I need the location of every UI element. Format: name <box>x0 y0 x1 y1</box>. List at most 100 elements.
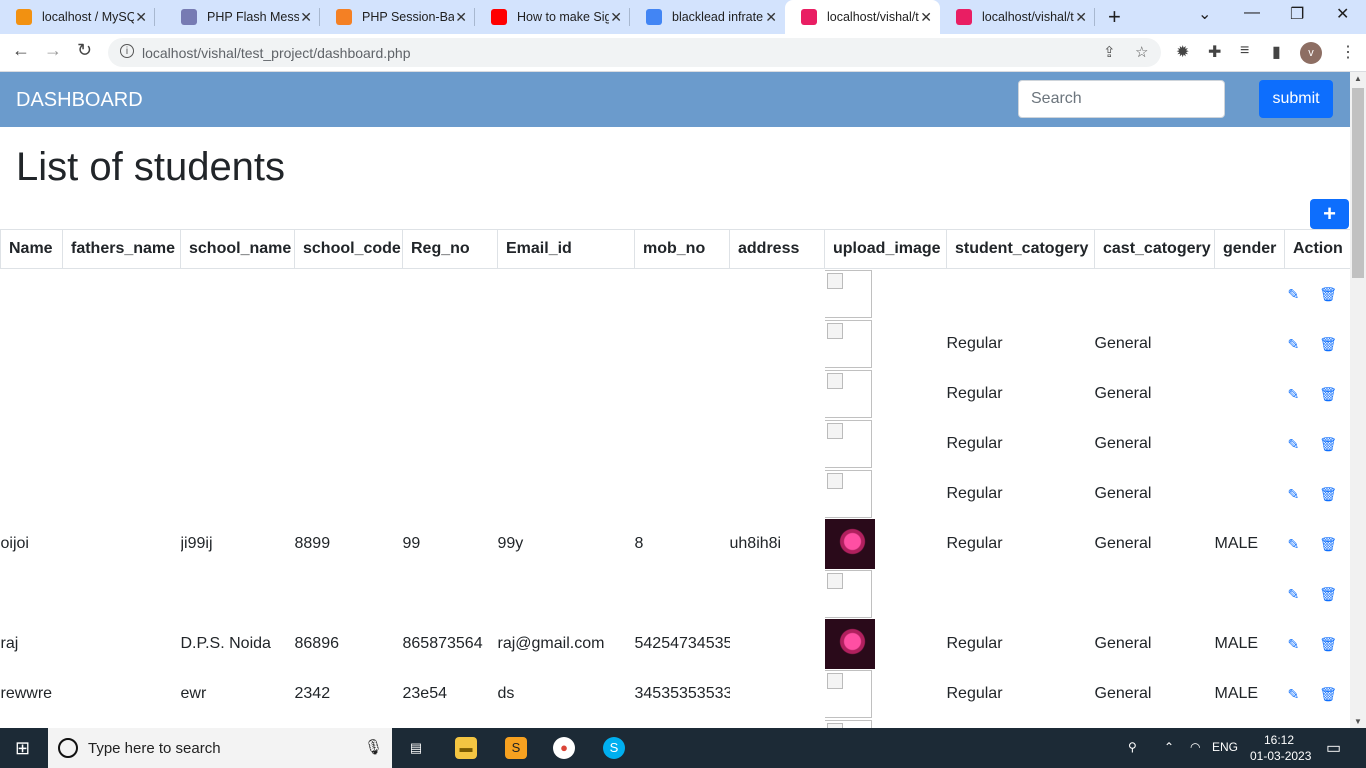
browser-tab[interactable]: localhost/vishal/t ✕ <box>785 0 940 34</box>
top-navbar: DASHBOARD submit <box>0 72 1350 127</box>
side-panel-icon[interactable]: ▮ <box>1272 42 1281 62</box>
edit-icon[interactable]: ✎ <box>1288 286 1300 303</box>
trash-icon[interactable]: 🗑 <box>1319 436 1337 453</box>
close-tab-icon[interactable]: ✕ <box>920 9 932 26</box>
browser-tab[interactable]: How to make Sign ✕ <box>475 0 630 34</box>
add-student-button[interactable]: + <box>1310 199 1349 229</box>
search-input[interactable] <box>1018 80 1225 118</box>
edit-icon[interactable]: ✎ <box>1288 536 1300 553</box>
microphone-icon[interactable]: 🎙 <box>364 738 383 756</box>
edit-icon[interactable]: ✎ <box>1288 436 1300 453</box>
cell-upload-image <box>824 319 947 369</box>
table-header-row: Name fathers_name school_name school_code Re… <box>0 229 1350 269</box>
cell-name <box>1 319 63 369</box>
skype-icon[interactable]: S <box>603 737 625 759</box>
windows-start-icon[interactable]: ⊞ <box>15 738 30 759</box>
scrollbar-thumb[interactable] <box>1352 88 1364 278</box>
cell-fathers-name <box>63 319 181 369</box>
cell-cast-cat: General <box>1094 485 1152 502</box>
back-icon[interactable]: ← <box>12 40 30 61</box>
file-explorer-icon[interactable]: ▬ <box>455 737 477 759</box>
url-text[interactable]: localhost/vishal/test_project/dashboard.… <box>142 45 411 61</box>
trash-icon[interactable]: 🗑 <box>1319 536 1337 553</box>
chrome-icon[interactable]: ● <box>553 737 575 759</box>
close-tab-icon[interactable]: ✕ <box>610 9 622 26</box>
wifi-icon[interactable]: ◠ <box>1190 740 1200 754</box>
new-tab-button[interactable]: + <box>1108 4 1121 30</box>
close-tab-icon[interactable]: ✕ <box>135 9 147 26</box>
chevron-up-icon[interactable]: ⌃ <box>1164 740 1174 754</box>
trash-icon[interactable]: 🗑 <box>1319 636 1337 653</box>
trash-icon[interactable]: 🗑 <box>1319 386 1337 403</box>
clock-date[interactable]: 01-03-2023 <box>1250 749 1311 763</box>
column-header: address <box>729 229 825 269</box>
cell-cast-cat: General <box>1094 635 1152 652</box>
site-info-icon[interactable]: i <box>120 44 134 58</box>
trash-icon[interactable]: 🗑 <box>1319 486 1337 503</box>
cell-student-cat: Regular <box>946 385 1003 402</box>
browser-tab[interactable]: blacklead infrate ✕ <box>630 0 785 34</box>
forward-icon[interactable]: → <box>44 40 62 61</box>
close-tab-icon[interactable]: ✕ <box>455 9 467 26</box>
people-icon[interactable]: ⚲ <box>1128 740 1137 754</box>
browser-tab[interactable]: PHP Session-Based✕ <box>320 0 475 34</box>
cell-fathers-name <box>63 719 181 728</box>
scroll-down-arrow-icon[interactable]: ▼ <box>1354 717 1362 726</box>
menu-icon[interactable]: ⋮ <box>1340 42 1356 62</box>
edit-icon[interactable]: ✎ <box>1288 686 1300 703</box>
minimize-button[interactable]: — <box>1244 4 1260 22</box>
edit-icon[interactable]: ✎ <box>1288 386 1300 403</box>
close-tab-icon[interactable]: ✕ <box>1075 9 1087 26</box>
edit-icon[interactable]: ✎ <box>1288 336 1300 353</box>
bookmark-star-icon[interactable]: ☆ <box>1135 43 1148 61</box>
trash-icon[interactable]: 🗑 <box>1319 336 1337 353</box>
column-header: upload_image <box>824 229 947 269</box>
navbar-brand[interactable]: DASHBOARD <box>16 89 143 112</box>
cell-cast-cat <box>1095 269 1215 320</box>
close-tab-icon[interactable]: ✕ <box>300 9 312 26</box>
tab-title: PHP Flash Message <box>207 10 299 24</box>
maximize-button[interactable]: ❐ <box>1290 4 1304 24</box>
trash-icon[interactable]: 🗑 <box>1319 686 1337 703</box>
task-view-icon[interactable]: ▤ <box>405 737 427 759</box>
table-row: Regular General ✎ 🗑 <box>1 369 1351 419</box>
extension-bug-icon[interactable]: ✹ <box>1176 42 1189 62</box>
close-window-button[interactable]: ✕ <box>1336 4 1349 24</box>
reload-icon[interactable]: ↻ <box>77 40 92 61</box>
clock-time[interactable]: 16:12 <box>1264 733 1294 747</box>
cell-student-cat: Regular <box>946 485 1003 502</box>
scroll-up-arrow-icon[interactable]: ▲ <box>1354 74 1362 83</box>
address-bar[interactable]: i localhost/vishal/test_project/dashboar… <box>108 38 1161 67</box>
trash-icon[interactable]: 🗑 <box>1319 586 1337 603</box>
cell-mob-no <box>635 419 730 469</box>
media-queue-icon[interactable]: ≡ <box>1240 42 1249 60</box>
taskbar-search-box[interactable]: Type here to search 🎙 <box>48 728 392 768</box>
cell-action: ✎🗑 <box>1285 269 1351 320</box>
browser-tab[interactable]: localhost / MySQL ✕ <box>0 0 155 34</box>
cell-school-name <box>181 419 295 469</box>
cell-email <box>498 319 635 369</box>
edit-icon[interactable]: ✎ <box>1288 636 1300 653</box>
share-icon[interactable]: ⇪ <box>1103 43 1116 61</box>
edit-icon[interactable]: ✎ <box>1288 586 1300 603</box>
tab-search-icon[interactable]: ⌄ <box>1198 4 1211 24</box>
browser-tab[interactable]: PHP Flash Message✕ <box>165 0 320 34</box>
edit-icon[interactable]: ✎ <box>1288 486 1300 503</box>
submit-button[interactable]: submit <box>1259 80 1333 118</box>
notifications-icon[interactable]: ▭ <box>1326 738 1341 758</box>
sublime-text-icon[interactable]: S <box>505 737 527 759</box>
cell-email <box>498 569 635 619</box>
cell-school-name <box>181 569 295 619</box>
cell-student-cat: Regular <box>946 435 1003 452</box>
cell-upload-image <box>824 719 947 728</box>
close-tab-icon[interactable]: ✕ <box>765 9 777 26</box>
extensions-puzzle-icon[interactable]: ✚ <box>1208 42 1221 62</box>
language-indicator[interactable]: ENG <box>1212 740 1238 754</box>
profile-avatar[interactable]: v <box>1300 42 1322 64</box>
page-scrollbar[interactable]: ▲ ▼ <box>1350 72 1366 728</box>
browser-tab[interactable]: localhost/vishal/t ✕ <box>940 0 1095 34</box>
cell-address <box>730 719 825 728</box>
cell-address <box>730 369 825 419</box>
trash-icon[interactable]: 🗑 <box>1319 286 1337 303</box>
cell-fathers-name <box>63 469 181 519</box>
